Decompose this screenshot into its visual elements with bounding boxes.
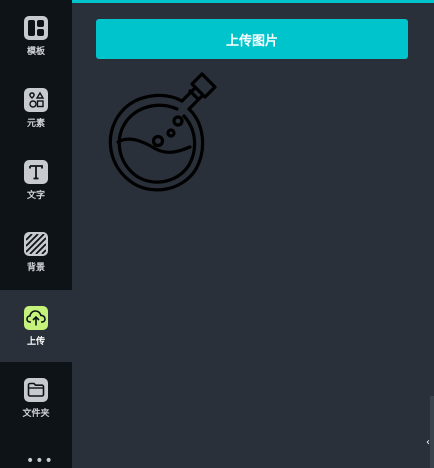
- sidebar-item-label: 上传: [26, 336, 45, 347]
- upload-image-button[interactable]: 上传图片: [96, 19, 408, 59]
- upload-panel: 上传图片: [72, 3, 418, 468]
- sidebar-item-label: 背景: [26, 262, 45, 273]
- panel-scrollbar-thumb[interactable]: [430, 396, 434, 468]
- sidebar-item-label: 文字: [26, 190, 45, 201]
- sidebar-item-label: 元素: [26, 118, 45, 129]
- sidebar-item-background[interactable]: 背景: [0, 216, 72, 288]
- template-icon: [24, 15, 48, 40]
- sidebar-item-upload[interactable]: 上传: [0, 290, 72, 362]
- background-icon: [24, 231, 48, 256]
- folder-icon: [24, 377, 48, 402]
- sidebar-item-folders[interactable]: 文件夹: [0, 362, 72, 434]
- potion-flask-icon: [108, 72, 217, 192]
- more-apps-icon[interactable]: •••: [26, 454, 53, 468]
- sidebar: 模板 元素 文字 背景 上传 文件夹 •••: [0, 0, 72, 468]
- text-icon: [24, 159, 48, 184]
- sidebar-item-label: 文件夹: [22, 408, 50, 419]
- elements-icon: [24, 87, 48, 112]
- sidebar-item-templates[interactable]: 模板: [0, 0, 72, 72]
- sidebar-item-elements[interactable]: 元素: [0, 72, 72, 144]
- collapse-panel-chevron-icon[interactable]: ‹: [426, 436, 434, 450]
- sidebar-item-text[interactable]: 文字: [0, 144, 72, 216]
- editor-app: 模板 元素 文字 背景 上传 文件夹 ••• 上传图片 ‹: [0, 0, 434, 468]
- upload-cloud-icon: [24, 305, 48, 330]
- sidebar-item-label: 模板: [26, 46, 45, 57]
